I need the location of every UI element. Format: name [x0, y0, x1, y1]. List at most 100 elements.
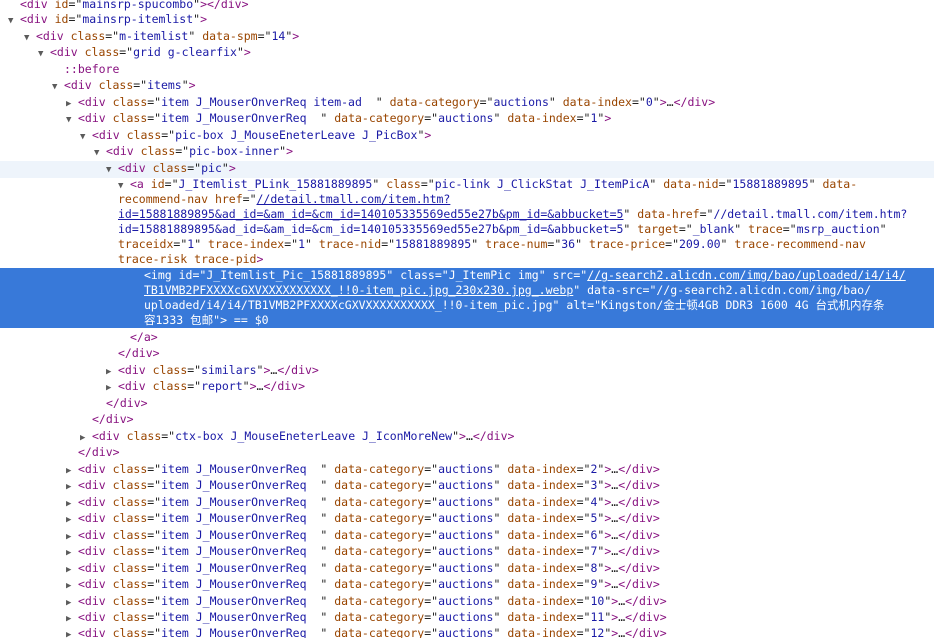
dom-node-row[interactable]: ▶ <div class="ctx-box J_MouseEneterLeave … — [0, 429, 934, 446]
expand-triangle-open-icon[interactable]: ▼ — [24, 31, 36, 46]
expand-triangle-closed-icon[interactable]: ▶ — [66, 464, 78, 479]
expand-triangle-open-icon[interactable]: ▼ — [80, 130, 92, 145]
token-av: id=15881889895&ad_id=&am_id=&cm_id=14010… — [118, 222, 624, 236]
token-eq: " — [320, 626, 335, 638]
dom-node-row[interactable]: ::before — [0, 62, 934, 77]
dom-node-row[interactable]: ▶ <div class="item J_MouserOnverReq " dat… — [0, 478, 934, 495]
expand-triangle-closed-icon[interactable]: ▶ — [66, 97, 78, 112]
token-av: auctions — [438, 462, 494, 476]
expand-triangle-open-icon[interactable]: ▼ — [66, 113, 78, 128]
dom-node-row[interactable]: ▼ <div class="pic-box-inner"> — [0, 144, 934, 161]
dom-node-row[interactable]: id=15881889895&ad_id=&am_id=&cm_id=14010… — [0, 222, 934, 237]
token-av: item J_MouserOnverReq — [161, 462, 321, 476]
dom-node-row[interactable]: <div id="mainsrp-spucombo"></div> — [0, 0, 934, 12]
expand-triangle-closed-icon[interactable]: ▶ — [66, 596, 78, 611]
dom-node-row[interactable]: ▶ <div class="item J_MouserOnverReq " dat… — [0, 528, 934, 545]
dom-node-row-selected[interactable]: 容1333 包邮"> == $0 — [0, 313, 934, 328]
token-an: class — [112, 577, 148, 591]
dom-node-row[interactable]: </div> — [0, 396, 934, 411]
token-eq: =" — [420, 177, 435, 191]
token-eq: =" — [665, 237, 679, 251]
expand-triangle-closed-icon[interactable]: ▶ — [66, 513, 78, 528]
dom-node-row[interactable]: ▶ <div class="item J_MouserOnverReq " dat… — [0, 561, 934, 578]
token-an: data-category — [334, 610, 425, 624]
token-t: <div — [78, 111, 113, 125]
dom-node-row-selected[interactable]: TB1VMB2PFXXXXcGXVXXXXXXXXXX_!!0-item_pic… — [0, 283, 934, 298]
dom-node-row[interactable]: ▶ <div class="item J_MouserOnverReq " dat… — [0, 511, 934, 528]
token-eq: " — [320, 561, 335, 575]
expand-triangle-open-icon[interactable]: ▼ — [38, 47, 50, 62]
token-an: data-index — [507, 626, 577, 638]
token-t: <div — [78, 511, 113, 525]
dom-node-row[interactable]: ▶ <div class="report">…</div> — [0, 379, 934, 396]
token-an: id — [178, 268, 193, 282]
elements-dom-tree: <div id="mainsrp-spucombo"></div> ▼ <div i… — [0, 0, 934, 638]
token-av: 1 — [298, 237, 306, 251]
dom-node-row[interactable]: trace-risk trace-pid> — [0, 252, 934, 267]
dom-node-row[interactable]: ▼ <div id="mainsrp-itemlist"> — [0, 12, 934, 29]
expand-triangle-closed-icon[interactable]: ▶ — [66, 546, 78, 561]
expand-triangle-open-icon[interactable]: ▼ — [52, 80, 64, 95]
expand-triangle-closed-icon[interactable]: ▶ — [66, 579, 78, 594]
dom-node-row[interactable]: ▶ <div class="item J_MouserOnverReq " dat… — [0, 544, 934, 561]
token-lk[interactable]: TB1VMB2PFXXXXcGXVXXXXXXXXXX_!!0-item_pic… — [144, 283, 573, 297]
token-an: data-category — [334, 495, 425, 509]
expand-triangle-open-icon[interactable]: ▼ — [8, 14, 20, 29]
dom-node-row[interactable]: ▶ <div class="item J_MouserOnverReq " dat… — [0, 495, 934, 512]
token-eq: " — [734, 222, 749, 236]
dom-node-row[interactable]: traceidx="1" trace-index="1" trace-nid="… — [0, 237, 934, 252]
token-eq: =" — [187, 161, 202, 175]
dom-node-row[interactable]: ▶ <div class="similars">…</div> — [0, 363, 934, 380]
expand-triangle-closed-icon[interactable]: ▶ — [106, 365, 118, 380]
dom-node-row[interactable]: </a> — [0, 330, 934, 345]
expand-triangle-closed-icon[interactable]: ▶ — [66, 480, 78, 495]
token-an: class — [112, 495, 148, 509]
token-lk[interactable]: id=15881889895&ad_id=&am_id=&cm_id=14010… — [118, 207, 623, 221]
dom-node-row[interactable]: ▶ <div class="item J_MouserOnverReq item-… — [0, 95, 934, 112]
dom-node-row[interactable]: ▼ <div class="m-itemlist" data-spm="14"> — [0, 29, 934, 46]
token-eq: =" — [576, 561, 591, 575]
dom-node-row[interactable]: ▼ <div class="pic-box J_MouseEneterLeave … — [0, 128, 934, 145]
dom-node-row[interactable]: ▶ <div class="item J_MouserOnverReq " dat… — [0, 577, 934, 594]
token-av: 15881889895 — [732, 177, 809, 191]
dom-node-row[interactable]: </div> — [0, 346, 934, 361]
token-eq: =" — [424, 561, 439, 575]
dom-node-row-selected[interactable]: <img id="J_Itemlist_Pic_15881889895" cla… — [0, 268, 934, 283]
token-eq: =" — [133, 78, 148, 92]
token-eq: =" — [147, 511, 162, 525]
dom-node-row[interactable]: ▶ <div class="item J_MouserOnverReq " dat… — [0, 594, 934, 611]
dom-node-row[interactable]: recommend-nav href="//detail.tmall.com/i… — [0, 192, 934, 207]
dom-node-row[interactable]: ▼ <div class="items"> — [0, 78, 934, 95]
expand-triangle-open-icon[interactable]: ▼ — [106, 163, 118, 178]
token-eq: =" — [147, 495, 162, 509]
dom-node-row[interactable]: id=15881889895&ad_id=&am_id=&cm_id=14010… — [0, 207, 934, 222]
dom-node-row[interactable]: </div> — [0, 412, 934, 427]
expand-triangle-closed-icon[interactable]: ▶ — [66, 530, 78, 545]
dom-node-row-selected[interactable]: uploaded/i4/i4/TB1VMB2PFXXXXcGXVXXXXXXXX… — [0, 298, 934, 313]
expand-triangle-closed-icon[interactable]: ▶ — [66, 563, 78, 578]
token-av: msrp_auction — [796, 222, 880, 236]
dom-node-row[interactable]: ▼ <div class="pic"> — [0, 161, 934, 178]
expand-triangle-closed-icon[interactable]: ▶ — [66, 497, 78, 512]
expand-triangle-closed-icon[interactable]: ▶ — [80, 431, 92, 446]
token-an: class — [112, 511, 148, 525]
token-lk[interactable]: //g-search2.alicdn.com/img/bao/uploaded/… — [587, 268, 906, 282]
token-eq: " — [879, 222, 887, 236]
expand-triangle-open-icon[interactable]: ▼ — [94, 146, 106, 161]
token-av: item J_MouserOnverReq — [161, 111, 321, 125]
token-av: auctions — [438, 511, 494, 525]
expand-triangle-closed-icon[interactable]: ▶ — [66, 612, 78, 627]
token-an: recommend-nav — [118, 192, 215, 206]
token-eq: =" — [147, 95, 162, 109]
expand-triangle-closed-icon[interactable]: ▶ — [106, 381, 118, 396]
dom-node-row[interactable]: ▼ <div class="item J_MouserOnverReq " dat… — [0, 111, 934, 128]
expand-triangle-closed-icon[interactable]: ▶ — [66, 628, 78, 638]
dom-node-row[interactable]: ▶ <div class="item J_MouserOnverReq " dat… — [0, 626, 934, 638]
dom-node-row[interactable]: ▶ <div class="item J_MouserOnverReq " dat… — [0, 610, 934, 627]
token-an: data-category — [334, 111, 425, 125]
token-lk[interactable]: //detail.tmall.com/item.htm? — [257, 192, 451, 206]
token-eq: =" — [479, 95, 494, 109]
dom-node-row[interactable]: </div> — [0, 445, 934, 460]
dom-node-row[interactable]: ▼ <div class="grid g-clearfix"> — [0, 45, 934, 62]
dom-node-row[interactable]: ▶ <div class="item J_MouserOnverReq " dat… — [0, 462, 934, 479]
